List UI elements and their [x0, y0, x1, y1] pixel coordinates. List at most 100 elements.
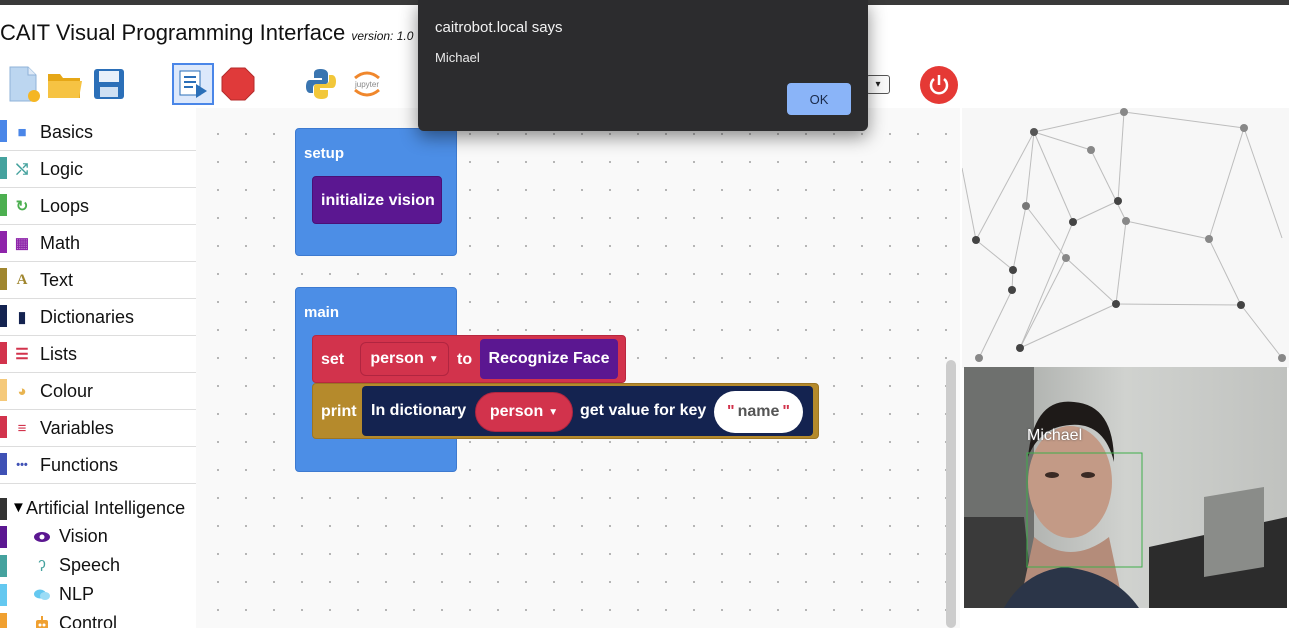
- recognize-face-label: Recognize Face: [488, 350, 610, 367]
- to-label: to: [457, 351, 473, 368]
- new-file-icon[interactable]: [4, 64, 44, 104]
- category-color-swatch: [0, 194, 7, 216]
- category-color-swatch: [0, 379, 7, 401]
- dictionary-variable-dropdown[interactable]: person ▼: [475, 392, 573, 432]
- category-color-swatch: [0, 526, 7, 548]
- print-label: print: [321, 403, 357, 420]
- dictionary-variable-name: person: [489, 403, 544, 420]
- category-label: Logic: [40, 158, 84, 179]
- stop-icon[interactable]: [218, 64, 258, 104]
- ok-button[interactable]: OK: [787, 83, 851, 115]
- category-color-swatch: [0, 268, 7, 290]
- category-color-swatch: [0, 231, 7, 253]
- caret-down-icon: ▼: [548, 406, 559, 418]
- camera-image: [964, 367, 1287, 608]
- category-logic[interactable]: ⤭ Logic: [0, 151, 196, 188]
- category-basics[interactable]: ■ Basics: [0, 114, 196, 151]
- network-graph-svg: [962, 108, 1286, 362]
- jupyter-icon[interactable]: jupyter: [347, 64, 387, 104]
- category-color-swatch: [0, 120, 7, 142]
- category-dictionaries[interactable]: ▮ Dictionaries: [0, 299, 196, 336]
- recognize-face-block[interactable]: Recognize Face: [480, 339, 618, 379]
- category-speech[interactable]: ʔ Speech: [0, 554, 196, 583]
- page-title: CAIT Visual Programming Interface versio…: [0, 20, 413, 46]
- dialog-message: Michael: [435, 50, 480, 65]
- robot-icon: [32, 614, 52, 628]
- category-label: Variables: [40, 417, 114, 438]
- quote-open: ": [727, 403, 735, 420]
- caret-down-icon: ▼: [428, 353, 439, 365]
- category-color-swatch: [0, 305, 7, 327]
- setup-label: setup: [304, 145, 345, 162]
- variable-dropdown[interactable]: person ▼: [360, 342, 449, 376]
- camera-feed: [964, 367, 1287, 608]
- open-folder-icon[interactable]: [45, 64, 85, 104]
- eye-icon: [32, 527, 52, 547]
- category-vision[interactable]: Vision: [0, 525, 196, 554]
- category-color-swatch: [0, 453, 7, 475]
- category-label: Vision: [59, 526, 108, 546]
- category-text[interactable]: A Text: [0, 262, 196, 299]
- jupyter-text: jupyter: [354, 80, 379, 89]
- category-loops[interactable]: ↻ Loops: [0, 188, 196, 225]
- power-icon[interactable]: [920, 66, 958, 104]
- category-label: Colour: [40, 380, 94, 401]
- key-string-value: name: [737, 403, 780, 420]
- category-toolbox: ■ Basics ⤭ Logic ↻ Loops ▦ Math A Text ▮ Dicti…: [0, 114, 196, 628]
- category-label: Functions: [40, 454, 119, 475]
- category-label: Speech: [59, 555, 121, 575]
- alert-dialog: caitrobot.local says Michael OK: [418, 0, 868, 131]
- category-artificial-intelligence[interactable]: ▼ Artificial Intelligence: [0, 495, 196, 525]
- face-recognition-label: Michael: [1027, 427, 1083, 444]
- python-icon[interactable]: [301, 64, 341, 104]
- category-color-swatch: [0, 416, 7, 438]
- initialize-vision-block[interactable]: initialize vision: [312, 176, 442, 224]
- bars-icon: ≡: [17, 419, 27, 437]
- category-label: Control: [59, 613, 118, 628]
- font-icon: A: [16, 271, 28, 288]
- category-control[interactable]: Control: [0, 612, 196, 628]
- category-label: Lists: [40, 343, 78, 364]
- cube-icon: ■: [17, 123, 27, 141]
- category-nlp[interactable]: NLP: [0, 583, 196, 612]
- category-label: Text: [40, 269, 74, 290]
- category-color-swatch: [0, 342, 7, 364]
- shuffle-icon: ⤭: [15, 160, 28, 178]
- app-title-text: CAIT Visual Programming Interface: [0, 20, 346, 45]
- category-color-swatch: [0, 498, 7, 520]
- dialog-title: caitrobot.local says: [435, 19, 563, 36]
- category-color-swatch: [0, 613, 7, 628]
- loop-icon: ↻: [15, 198, 29, 215]
- device-select[interactable]: ▾: [866, 75, 890, 94]
- chat-icon: [32, 585, 52, 605]
- category-label: NLP: [59, 584, 95, 604]
- category-color-swatch: [0, 584, 7, 606]
- category-label: Math: [40, 232, 81, 253]
- ear-icon: ʔ: [38, 557, 46, 575]
- main-label: main: [304, 304, 340, 321]
- key-string-field[interactable]: " name ": [714, 391, 803, 433]
- category-label: Loops: [40, 195, 90, 216]
- category-color-swatch: [0, 157, 7, 179]
- run-icon[interactable]: [172, 63, 214, 105]
- category-color-swatch: [0, 555, 7, 577]
- category-variables[interactable]: ≡ Variables: [0, 410, 196, 447]
- initialize-vision-label: initialize vision: [321, 192, 435, 209]
- palette-icon: ◕: [17, 382, 27, 400]
- save-icon[interactable]: [89, 64, 129, 104]
- category-lists[interactable]: ☰ Lists: [0, 336, 196, 373]
- category-math[interactable]: ▦ Math: [0, 225, 196, 262]
- set-label: set: [321, 351, 345, 368]
- category-label: Basics: [40, 121, 94, 142]
- variable-name: person: [370, 350, 424, 367]
- category-label: Artificial Intelligence: [26, 498, 186, 518]
- triangle-down-icon: ▼: [11, 499, 26, 516]
- network-graph-background: [962, 108, 1289, 368]
- ellipsis-icon: •••: [16, 459, 28, 471]
- category-functions[interactable]: ••• Functions: [0, 447, 196, 484]
- category-colour[interactable]: ◕ Colour: [0, 373, 196, 410]
- book-icon: ▮: [17, 309, 27, 326]
- category-label: Dictionaries: [40, 306, 135, 327]
- workspace-scrollbar[interactable]: [946, 360, 956, 628]
- version-text: version: 1.0: [351, 29, 414, 43]
